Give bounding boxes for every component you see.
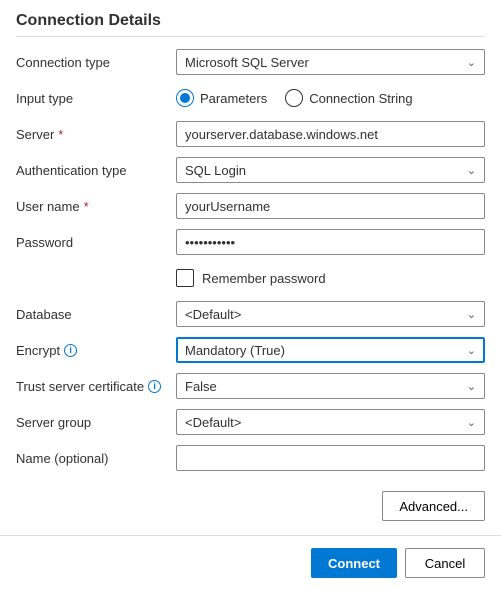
username-input[interactable] xyxy=(176,193,485,219)
radio-unchecked-icon xyxy=(285,89,303,107)
label-name-optional: Name (optional) xyxy=(16,451,176,466)
radio-connection-string[interactable]: Connection String xyxy=(285,89,412,107)
chevron-down-icon: ⌄ xyxy=(467,164,476,177)
chevron-down-icon: ⌄ xyxy=(467,380,476,393)
dialog-footer: Connect Cancel xyxy=(0,535,501,590)
server-input[interactable] xyxy=(176,121,485,147)
remember-password-label: Remember password xyxy=(202,271,326,286)
label-server: Server* xyxy=(16,127,176,142)
label-server-group: Server group xyxy=(16,415,176,430)
label-input-type: Input type xyxy=(16,91,176,106)
radio-parameters[interactable]: Parameters xyxy=(176,89,267,107)
label-database: Database xyxy=(16,307,176,322)
cancel-button[interactable]: Cancel xyxy=(405,548,485,578)
password-input[interactable] xyxy=(176,229,485,255)
encrypt-select[interactable]: Mandatory (True) ⌄ xyxy=(176,337,485,363)
label-user-name: User name* xyxy=(16,199,176,214)
label-trust-cert: Trust server certificate i xyxy=(16,379,176,394)
required-marker: * xyxy=(58,127,63,142)
info-icon[interactable]: i xyxy=(148,380,161,393)
connect-button[interactable]: Connect xyxy=(311,548,397,578)
label-encrypt: Encrypt i xyxy=(16,343,176,358)
radio-checked-icon xyxy=(176,89,194,107)
connection-type-value: Microsoft SQL Server xyxy=(185,55,309,70)
required-marker: * xyxy=(84,199,89,214)
label-auth-type: Authentication type xyxy=(16,163,176,178)
label-password: Password xyxy=(16,235,176,250)
connection-type-select[interactable]: Microsoft SQL Server ⌄ xyxy=(176,49,485,75)
connection-details-panel: Connection Details Connection type Micro… xyxy=(0,0,501,535)
remember-password-checkbox[interactable]: Remember password xyxy=(176,269,485,287)
chevron-down-icon: ⌄ xyxy=(467,56,476,69)
checkbox-unchecked-icon xyxy=(176,269,194,287)
server-group-select[interactable]: <Default> ⌄ xyxy=(176,409,485,435)
radio-connstr-label: Connection String xyxy=(309,91,412,106)
chevron-down-icon: ⌄ xyxy=(467,416,476,429)
radio-parameters-label: Parameters xyxy=(200,91,267,106)
trust-cert-value: False xyxy=(185,379,217,394)
chevron-down-icon: ⌄ xyxy=(467,344,476,357)
auth-type-value: SQL Login xyxy=(185,163,246,178)
name-input[interactable] xyxy=(176,445,485,471)
panel-title: Connection Details xyxy=(16,8,485,37)
database-value: <Default> xyxy=(185,307,241,322)
info-icon[interactable]: i xyxy=(64,344,77,357)
trust-cert-select[interactable]: False ⌄ xyxy=(176,373,485,399)
chevron-down-icon: ⌄ xyxy=(467,308,476,321)
database-select[interactable]: <Default> ⌄ xyxy=(176,301,485,327)
server-group-value: <Default> xyxy=(185,415,241,430)
label-connection-type: Connection type xyxy=(16,55,176,70)
auth-type-select[interactable]: SQL Login ⌄ xyxy=(176,157,485,183)
advanced-button[interactable]: Advanced... xyxy=(382,491,485,521)
encrypt-value: Mandatory (True) xyxy=(185,343,285,358)
